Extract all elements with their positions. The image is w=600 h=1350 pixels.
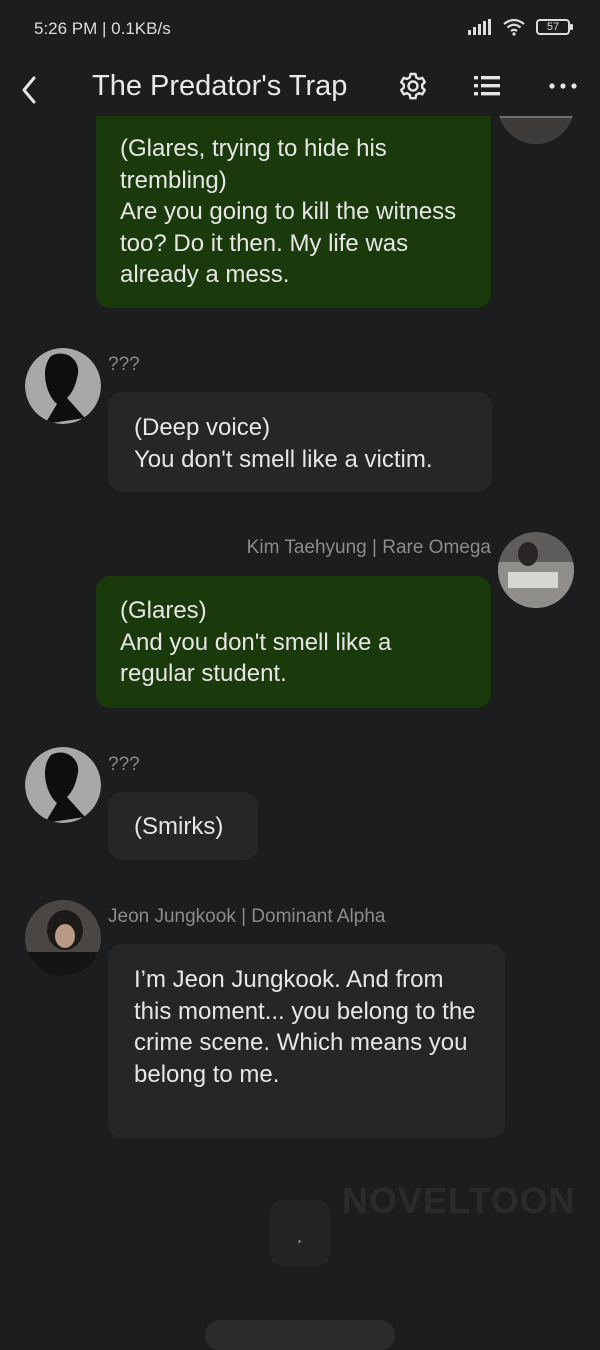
settings-icon [400, 72, 426, 100]
message-bubble-2[interactable]: (Deep voice) You don't smell like a vict… [108, 392, 492, 492]
more-icon [549, 83, 577, 89]
unknown-avatar[interactable] [25, 348, 101, 424]
continue-button[interactable] [270, 1200, 330, 1266]
message-bubble-1[interactable]: (Glares, trying to hide his trembling) A… [96, 104, 491, 308]
sender-name: Kim Taehyung | Rare Omega [246, 537, 491, 558]
battery-icon: 57 [536, 19, 573, 35]
wifi-icon [503, 18, 525, 36]
settings-button[interactable] [395, 68, 431, 104]
bottom-handle[interactable] [205, 1320, 395, 1350]
status-icons: 57 [468, 18, 573, 36]
sender-name: ??? [108, 354, 140, 375]
message-bubble-4[interactable]: (Smirks) [108, 792, 258, 860]
back-button[interactable] [14, 66, 44, 106]
message-text: (Glares, trying to hide his trembling) A… [120, 135, 457, 288]
signal-icon [468, 19, 491, 35]
status-time: 5:26 PM | 0.1KB/s [34, 19, 171, 38]
status-bar: 5:26 PM | 0.1KB/s 57 [0, 0, 600, 58]
list-icon [474, 76, 500, 96]
message-text: (Deep voice) You don't smell like a vict… [134, 414, 433, 473]
message-text: I’m Jeon Jungkook. And from this moment.… [134, 966, 476, 1088]
sender-name: Jeon Jungkook | Dominant Alpha [108, 906, 386, 927]
unknown-avatar[interactable] [25, 747, 101, 823]
app-bar: The Predator's Trap [0, 58, 600, 116]
user-avatar-jungkook[interactable] [25, 900, 101, 976]
sender-name: ??? [108, 754, 140, 775]
chat-area: (Glares, trying to hide his trembling) A… [0, 0, 600, 1350]
noveltoon-watermark: NOVELTOON [342, 1180, 576, 1221]
user-avatar-taehyung[interactable] [498, 532, 574, 608]
message-text: (Glares) And you don't smell like a regu… [120, 597, 392, 687]
back-icon [22, 76, 36, 104]
message-text: (Smirks) [134, 813, 224, 840]
message-bubble-3[interactable]: (Glares) And you don't smell like a regu… [96, 576, 491, 708]
more-options-button[interactable] [545, 68, 581, 104]
chat-title: The Predator's Trap [92, 70, 348, 102]
chapter-list-button[interactable] [469, 68, 505, 104]
message-bubble-5[interactable]: I’m Jeon Jungkook. And from this moment.… [108, 944, 505, 1138]
dot-icon [298, 1240, 301, 1243]
